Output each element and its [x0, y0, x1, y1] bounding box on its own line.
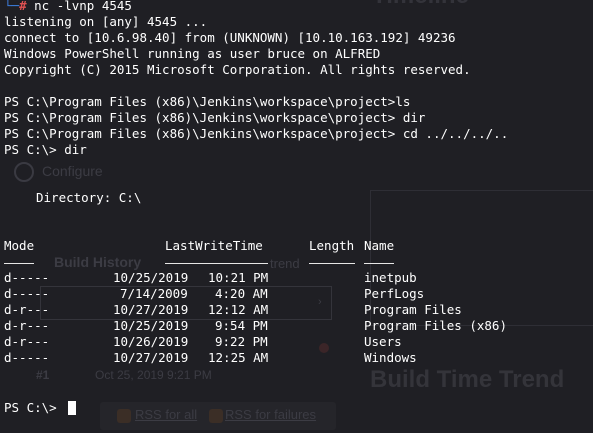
- row-mode: d-----: [4, 270, 50, 285]
- row-name: Program Files (x86): [364, 318, 507, 333]
- row-date: 10/25/2019: [113, 270, 189, 285]
- row-time: 9:22 PM: [215, 334, 268, 349]
- row-name: inetpub: [364, 270, 417, 285]
- prompt-corner-icon: └─: [4, 0, 20, 13]
- row-time: 12:12 AM: [208, 302, 269, 317]
- row-time: 9:54 PM: [215, 318, 268, 333]
- nc-command: nc -lvnp 4545: [34, 0, 132, 13]
- row-mode: d-----: [4, 350, 50, 365]
- row-mode: d-----: [4, 286, 50, 301]
- col-header-name: Name: [364, 238, 395, 253]
- row-name: Windows: [364, 350, 417, 365]
- output-line: Copyright (C) 2015 Microsoft Corporation…: [4, 62, 471, 77]
- header-underline: [309, 263, 355, 264]
- row-mode: d-r---: [4, 318, 50, 333]
- output-line: Windows PowerShell running as user bruce…: [4, 46, 381, 61]
- col-header-mode: Mode: [4, 238, 35, 253]
- row-name: Program Files: [364, 302, 462, 317]
- row-date: 10/27/2019: [113, 350, 189, 365]
- row-mode: d-r---: [4, 334, 50, 349]
- terminal-window[interactable]: └─# nc -lvnp 4545 listening on [any] 454…: [0, 0, 593, 433]
- row-time: 4:20 AM: [215, 286, 268, 301]
- final-prompt: PS C:\>: [4, 400, 57, 415]
- output-line: connect to [10.6.98.40] from (UNKNOWN) […: [4, 30, 456, 45]
- header-underline: [364, 263, 394, 264]
- row-name: Users: [364, 334, 402, 349]
- header-underline: [4, 263, 34, 264]
- prompt-symbol: #: [19, 0, 27, 13]
- ps-command-line: PS C:\Program Files (x86)\Jenkins\worksp…: [4, 126, 509, 141]
- directory-line: Directory: C:\: [36, 190, 142, 205]
- col-header-length: Length: [309, 238, 355, 253]
- row-time: 10:21 PM: [208, 270, 269, 285]
- output-line: listening on [any] 4545 ...: [4, 14, 208, 29]
- header-underline: [165, 263, 268, 264]
- ps-command-line: PS C:\> dir: [4, 142, 87, 157]
- col-header-lastwritetime: LastWriteTime: [165, 238, 263, 253]
- row-date: 10/26/2019: [113, 334, 189, 349]
- row-mode: d-r---: [4, 302, 50, 317]
- row-name: PerfLogs: [364, 286, 425, 301]
- ps-command-line: PS C:\Program Files (x86)\Jenkins\worksp…: [4, 94, 411, 109]
- row-date: 10/25/2019: [113, 318, 189, 333]
- row-date: 10/27/2019: [113, 302, 189, 317]
- terminal-cursor: [68, 401, 76, 415]
- row-time: 12:25 AM: [208, 350, 269, 365]
- row-date: 7/14/2009: [120, 286, 188, 301]
- ps-command-line: PS C:\Program Files (x86)\Jenkins\worksp…: [4, 110, 426, 125]
- shell-prompt-line: └─# nc -lvnp 4545: [4, 0, 132, 14]
